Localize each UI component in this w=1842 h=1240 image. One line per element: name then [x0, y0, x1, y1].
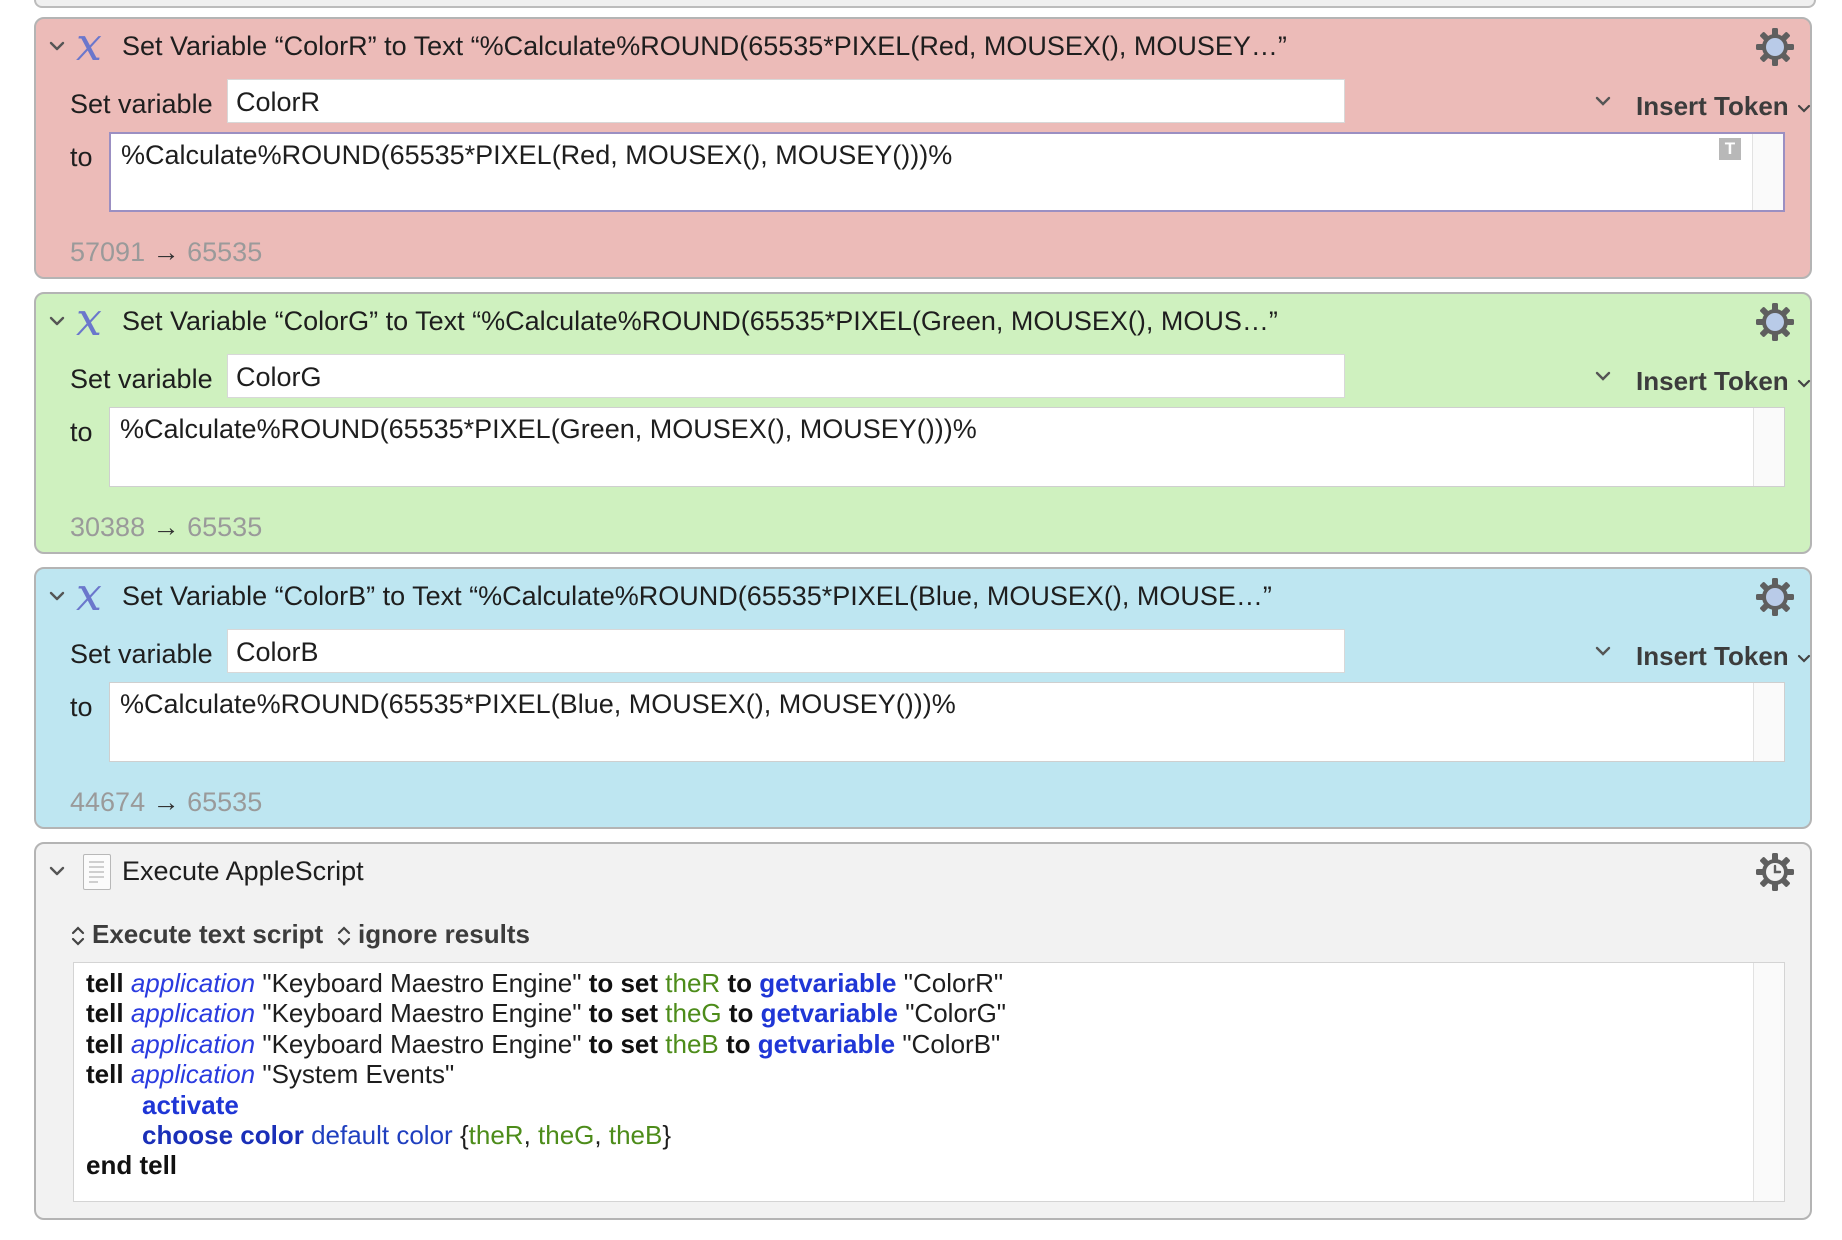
updown-chevron-icon — [337, 926, 351, 946]
action-title: Set Variable “ColorB” to Text “%Calculat… — [122, 581, 1272, 611]
text-value: %Calculate%ROUND(65535*PIXEL(Green, MOUS… — [120, 414, 977, 444]
variable-x-icon: 𝑥 — [76, 567, 102, 621]
action-title: Set Variable “ColorR” to Text “%Calculat… — [122, 31, 1287, 61]
variable-x-icon: 𝑥 — [76, 17, 102, 71]
vertical-scrollbar[interactable] — [1753, 683, 1784, 761]
applescript-editor[interactable]: tell application "Keyboard Maestro Engin… — [73, 962, 1785, 1202]
text-value: %Calculate%ROUND(65535*PIXEL(Blue, MOUSE… — [120, 689, 956, 719]
text-value-area[interactable]: %Calculate%ROUND(65535*PIXEL(Red, MOUSEX… — [109, 132, 1785, 212]
result-from: 30388 — [70, 512, 146, 542]
vertical-scrollbar[interactable] — [1753, 963, 1784, 1201]
code-line: tell application "Keyboard Maestro Engin… — [86, 998, 1007, 1029]
to-label: to — [70, 142, 93, 172]
chevron-down-icon[interactable] — [45, 584, 69, 608]
variable-name-field[interactable]: ColorR — [227, 79, 1345, 123]
results-mode-select[interactable]: ignore results — [336, 919, 530, 950]
variable-name-field[interactable]: ColorB — [227, 629, 1345, 673]
text-value: %Calculate%ROUND(65535*PIXEL(Red, MOUSEX… — [121, 140, 953, 170]
chevron-down-icon — [1797, 105, 1810, 113]
chevron-down-icon[interactable] — [45, 34, 69, 58]
action-set-variable-colorg[interactable]: 𝑥 Set Variable “ColorG” to Text “%Calcul… — [34, 292, 1812, 554]
insert-token-button[interactable]: Insert Token — [1636, 641, 1813, 672]
gear-icon[interactable] — [1754, 576, 1796, 618]
code-line: tell application "Keyboard Maestro Engin… — [86, 1028, 1001, 1059]
action-title: Set Variable “ColorG” to Text “%Calculat… — [122, 306, 1278, 336]
gear-clock-icon[interactable] — [1754, 851, 1796, 893]
vertical-scrollbar[interactable] — [1752, 134, 1783, 210]
result-from: 57091 — [70, 237, 146, 267]
result-to: 65535 — [187, 787, 263, 817]
gear-icon[interactable] — [1754, 301, 1796, 343]
result-preview: 30388 → 65535 — [70, 512, 262, 543]
variable-x-icon: 𝑥 — [76, 292, 102, 346]
insert-token-button[interactable]: Insert Token — [1636, 366, 1813, 397]
chevron-down-icon — [1797, 655, 1810, 663]
code-line: activate — [142, 1089, 239, 1120]
result-arrow: → — [152, 787, 180, 817]
insert-token-button[interactable]: Insert Token — [1636, 91, 1813, 122]
action-execute-applescript[interactable]: Execute AppleScript Execute text script … — [34, 842, 1812, 1220]
gear-icon[interactable] — [1754, 26, 1796, 68]
result-to: 65535 — [187, 512, 263, 542]
insert-token-label: Insert Token — [1636, 641, 1789, 671]
set-variable-label: Set variable — [70, 364, 213, 394]
code-line: tell application "Keyboard Maestro Engin… — [86, 968, 1004, 998]
previous-action-edge — [34, 0, 1816, 8]
chevron-down-icon[interactable] — [45, 309, 69, 333]
to-label: to — [70, 417, 93, 447]
result-preview: 57091 → 65535 — [70, 237, 262, 268]
result-arrow: → — [152, 237, 180, 267]
results-mode-label: ignore results — [358, 919, 530, 949]
insert-token-label: Insert Token — [1636, 91, 1789, 121]
result-to: 65535 — [187, 237, 263, 267]
result-preview: 44674 → 65535 — [70, 787, 262, 818]
result-arrow: → — [152, 512, 180, 542]
code-line: end tell — [86, 1150, 178, 1181]
code-line: choose color default color {theR, theG, … — [142, 1119, 672, 1150]
variable-name-field[interactable]: ColorG — [227, 354, 1345, 398]
script-document-icon — [83, 854, 111, 890]
text-value-area[interactable]: %Calculate%ROUND(65535*PIXEL(Green, MOUS… — [109, 407, 1785, 487]
vertical-scrollbar[interactable] — [1753, 408, 1784, 486]
result-from: 44674 — [70, 787, 146, 817]
variable-dropdown-chevron-icon[interactable] — [1592, 640, 1614, 662]
action-title: Execute AppleScript — [122, 856, 364, 886]
chevron-down-icon[interactable] — [45, 859, 69, 883]
code-line: tell application "System Events" — [86, 1059, 455, 1090]
action-set-variable-colorr[interactable]: 𝑥 Set Variable “ColorR” to Text “%Calcul… — [34, 17, 1812, 279]
action-header[interactable]: 𝑥 Set Variable “ColorB” to Text “%Calcul… — [36, 569, 1810, 625]
execute-mode-label: Execute text script — [92, 919, 324, 949]
execute-mode-select[interactable]: Execute text script — [70, 919, 323, 950]
text-value-area[interactable]: %Calculate%ROUND(65535*PIXEL(Blue, MOUSE… — [109, 682, 1785, 762]
action-header[interactable]: Execute AppleScript — [36, 844, 1810, 900]
action-set-variable-colorb[interactable]: 𝑥 Set Variable “ColorB” to Text “%Calcul… — [34, 567, 1812, 829]
action-header[interactable]: 𝑥 Set Variable “ColorR” to Text “%Calcul… — [36, 19, 1810, 75]
to-label: to — [70, 692, 93, 722]
action-header[interactable]: 𝑥 Set Variable “ColorG” to Text “%Calcul… — [36, 294, 1810, 350]
variable-dropdown-chevron-icon[interactable] — [1592, 90, 1614, 112]
chevron-down-icon — [1797, 380, 1810, 388]
text-token-badge[interactable]: T — [1719, 138, 1741, 160]
set-variable-label: Set variable — [70, 639, 213, 669]
updown-chevron-icon — [71, 926, 85, 946]
variable-dropdown-chevron-icon[interactable] — [1592, 365, 1614, 387]
set-variable-label: Set variable — [70, 89, 213, 119]
insert-token-label: Insert Token — [1636, 366, 1789, 396]
